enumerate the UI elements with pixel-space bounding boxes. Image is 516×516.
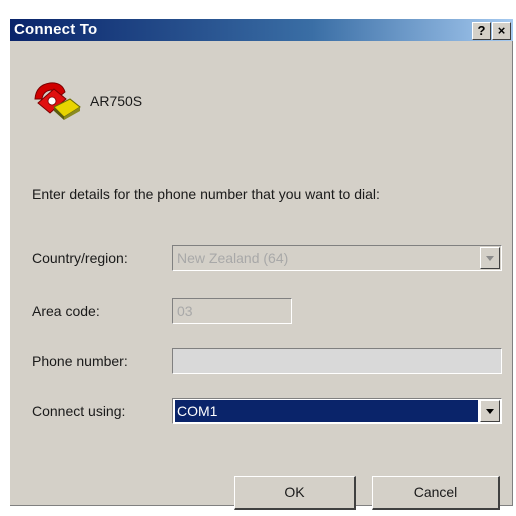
country-select[interactable]: New Zealand (64)	[172, 245, 502, 271]
phone-number-label: Phone number:	[32, 353, 128, 369]
cancel-button[interactable]: Cancel	[372, 476, 500, 510]
help-icon: ?	[477, 23, 486, 38]
connect-to-dialog: Connect To ? × AR750S Enter details for …	[10, 19, 513, 510]
country-value: New Zealand (64)	[177, 250, 289, 266]
title-bar[interactable]: Connect To ? ×	[10, 19, 513, 41]
chevron-down-icon	[486, 409, 494, 414]
phone-number-input[interactable]	[172, 348, 502, 374]
close-icon: ×	[497, 23, 506, 38]
instructions-text: Enter details for the phone number that …	[32, 186, 380, 202]
phone-icon	[34, 82, 81, 120]
connect-using-dropdown-button[interactable]	[480, 400, 500, 422]
ok-button[interactable]: OK	[234, 476, 356, 510]
close-button[interactable]: ×	[492, 22, 511, 40]
country-label: Country/region:	[32, 250, 128, 266]
area-code-input[interactable]: 03	[172, 298, 292, 324]
country-dropdown-button[interactable]	[480, 247, 500, 269]
area-code-value: 03	[177, 303, 193, 319]
chevron-down-icon	[486, 256, 494, 261]
area-code-label: Area code:	[32, 303, 100, 319]
connect-using-select[interactable]: COM1	[172, 398, 502, 424]
connect-using-value: COM1	[177, 403, 218, 419]
device-name: AR750S	[90, 93, 143, 109]
help-button[interactable]: ?	[472, 22, 491, 40]
selection-highlight	[175, 400, 478, 422]
connect-using-label: Connect using:	[32, 403, 126, 419]
window-title: Connect To	[14, 21, 98, 38]
